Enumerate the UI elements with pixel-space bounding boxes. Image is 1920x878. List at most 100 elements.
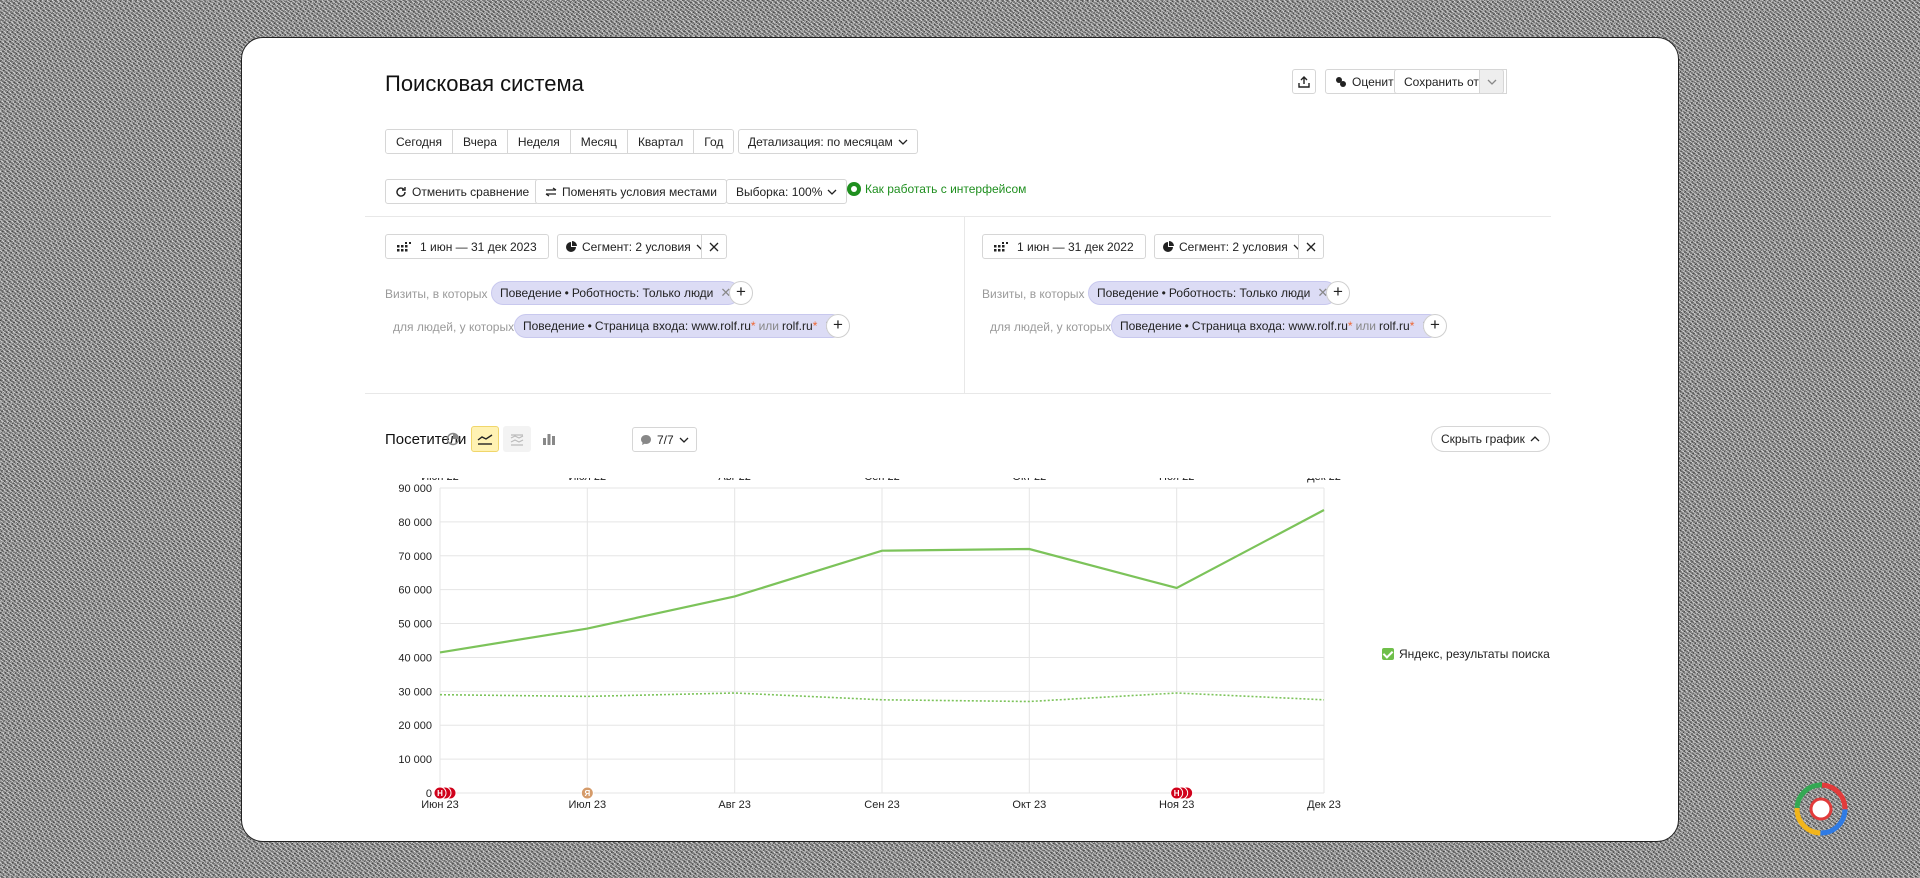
calendar-icon	[397, 241, 411, 251]
add-people-condition-button-right[interactable]: +	[1423, 314, 1447, 338]
chevron-down-icon	[898, 139, 908, 145]
refresh-icon	[396, 186, 406, 197]
bar-chart-button[interactable]	[535, 426, 563, 452]
visits-label-left: Визиты, в которых	[385, 287, 488, 301]
date-range-button-left[interactable]: 1 июн — 31 дек 2023	[385, 234, 549, 259]
export-button[interactable]	[1292, 69, 1316, 94]
tag-asterisk: *	[812, 319, 818, 333]
tag-asterisk: *	[1347, 319, 1353, 333]
visits-condition-tag-left[interactable]: Поведение • Роботность: Только люди ✕	[491, 281, 741, 305]
x-tick-label-bottom: Сен 23	[864, 799, 899, 811]
add-visits-condition-button-right[interactable]: +	[1326, 281, 1350, 305]
y-tick-label: 70 000	[398, 551, 432, 563]
segment-dropdown-left[interactable]: Сегмент: 2 условия	[557, 234, 714, 259]
tag-or: или	[758, 319, 779, 333]
x-tick-label-top: Окт 22	[1012, 478, 1046, 483]
x-tick-label-bottom: Окт 23	[1012, 799, 1046, 811]
sample-dropdown[interactable]: Выборка: 100%	[726, 179, 848, 204]
x-tick-label-top: Ноя 22	[1159, 478, 1194, 483]
period-year[interactable]: Год	[694, 130, 734, 153]
swap-conditions-label: Поменять условия местами	[562, 184, 717, 199]
hide-chart-label: Скрыть график	[1441, 432, 1525, 446]
rate-icon	[1336, 76, 1346, 87]
period-quarter[interactable]: Квартал	[627, 130, 695, 153]
sample-label: Выборка: 100%	[736, 184, 823, 199]
add-people-condition-button-left[interactable]: +	[826, 314, 850, 338]
y-tick-label: 20 000	[398, 720, 432, 732]
tag-sep: •	[1184, 319, 1189, 333]
add-visits-condition-button-left[interactable]: +	[729, 281, 753, 305]
tag-or: или	[1355, 319, 1376, 333]
line-chart-icon	[477, 434, 493, 445]
chevron-up-icon	[1530, 436, 1540, 442]
help-icon	[847, 182, 861, 196]
area-chart-icon	[510, 434, 524, 446]
date-range-button-right[interactable]: 1 июн — 31 дек 2022	[982, 234, 1146, 259]
detail-dropdown[interactable]: Детализация: по месяцам	[738, 129, 918, 154]
chevron-down-icon	[827, 189, 837, 195]
hide-chart-button[interactable]: Скрыть график	[1431, 426, 1550, 452]
chevron-down-icon	[1487, 79, 1496, 85]
x-tick-label-top: Дек 22	[1307, 478, 1341, 483]
comment-icon	[641, 434, 651, 445]
annotations-label: 7/7	[657, 432, 674, 447]
detail-label: Детализация: по месяцам	[748, 134, 893, 149]
legend-item[interactable]: Яндекс, результаты поиска	[1382, 647, 1550, 661]
period-month[interactable]: Месяц	[570, 130, 628, 153]
x-tick-label-bottom: Авг 23	[718, 799, 750, 811]
tag-group: Поведение	[1097, 286, 1159, 300]
line-chart-button[interactable]	[471, 426, 499, 452]
tag-asterisk: *	[1409, 319, 1415, 333]
y-tick-label: 60 000	[398, 585, 432, 597]
annotation-marker-label: Я	[584, 789, 590, 798]
period-selector: Сегодня Вчера Неделя Месяц Квартал Год	[385, 129, 735, 154]
tag-text: Роботность: Только люди	[571, 286, 714, 300]
export-icon	[1298, 75, 1310, 88]
visits-label-right: Визиты, в которых	[982, 287, 1085, 301]
tag-text-2: rolf.ru	[1379, 319, 1410, 333]
y-tick-label: 10 000	[398, 754, 432, 766]
period-yesterday[interactable]: Вчера	[453, 130, 508, 153]
annotation-marker-label: Н	[1174, 789, 1180, 798]
bar-chart-icon	[543, 434, 555, 445]
people-label-right: для людей, у которых	[990, 320, 1112, 334]
segment-clear-button-right[interactable]	[1298, 234, 1324, 259]
period-week[interactable]: Неделя	[507, 130, 571, 153]
tag-text: Роботность: Только люди	[1168, 286, 1311, 300]
tag-group: Поведение	[523, 319, 585, 333]
cancel-compare-button[interactable]: Отменить сравнение	[385, 179, 540, 204]
cancel-compare-label: Отменить сравнение	[412, 184, 530, 199]
x-tick-label-top: Июл 22	[569, 478, 607, 483]
help-link[interactable]: Как работать с интерфейсом	[847, 182, 1026, 196]
segment-dropdown-right[interactable]: Сегмент: 2 условия	[1154, 234, 1311, 259]
x-tick-label-bottom: Июл 23	[569, 799, 607, 811]
x-tick-label-top: Июн 22	[421, 478, 459, 483]
tag-asterisk: *	[750, 319, 756, 333]
divider	[365, 216, 1551, 217]
pie-icon	[566, 240, 577, 252]
pie-chart-icon	[446, 432, 460, 446]
swap-icon	[545, 186, 557, 197]
help-link-label: Как работать с интерфейсом	[865, 182, 1027, 196]
area-chart-button[interactable]	[503, 426, 531, 452]
close-icon	[1306, 242, 1316, 251]
report-card: Поисковая система Оценить Сохранить отче…	[241, 37, 1679, 842]
x-tick-label-top: Сен 22	[864, 478, 899, 483]
segment-label-left: Сегмент: 2 условия	[582, 239, 691, 254]
people-condition-tag-left[interactable]: Поведение • Страница входа: www.rolf.ru *…	[514, 314, 845, 338]
page-title: Поисковая система	[385, 71, 584, 96]
pie-icon	[1163, 240, 1174, 252]
visits-condition-tag-right[interactable]: Поведение • Роботность: Только люди ✕	[1088, 281, 1338, 305]
period-today[interactable]: Сегодня	[386, 130, 453, 153]
people-condition-tag-right[interactable]: Поведение • Страница входа: www.rolf.ru *…	[1111, 314, 1442, 338]
tag-sep: •	[587, 319, 592, 333]
segment-clear-button-left[interactable]	[701, 234, 727, 259]
calendar-icon	[994, 241, 1008, 251]
save-report-dropdown[interactable]	[1479, 69, 1504, 94]
y-tick-label: 40 000	[398, 652, 432, 664]
annotations-dropdown[interactable]: 7/7	[632, 427, 697, 452]
tag-sep: •	[1161, 286, 1166, 300]
date-range-label-left: 1 июн — 31 дек 2023	[420, 239, 537, 254]
swap-conditions-button[interactable]: Поменять условия местами	[535, 179, 727, 204]
pie-chart-button[interactable]	[439, 426, 467, 452]
